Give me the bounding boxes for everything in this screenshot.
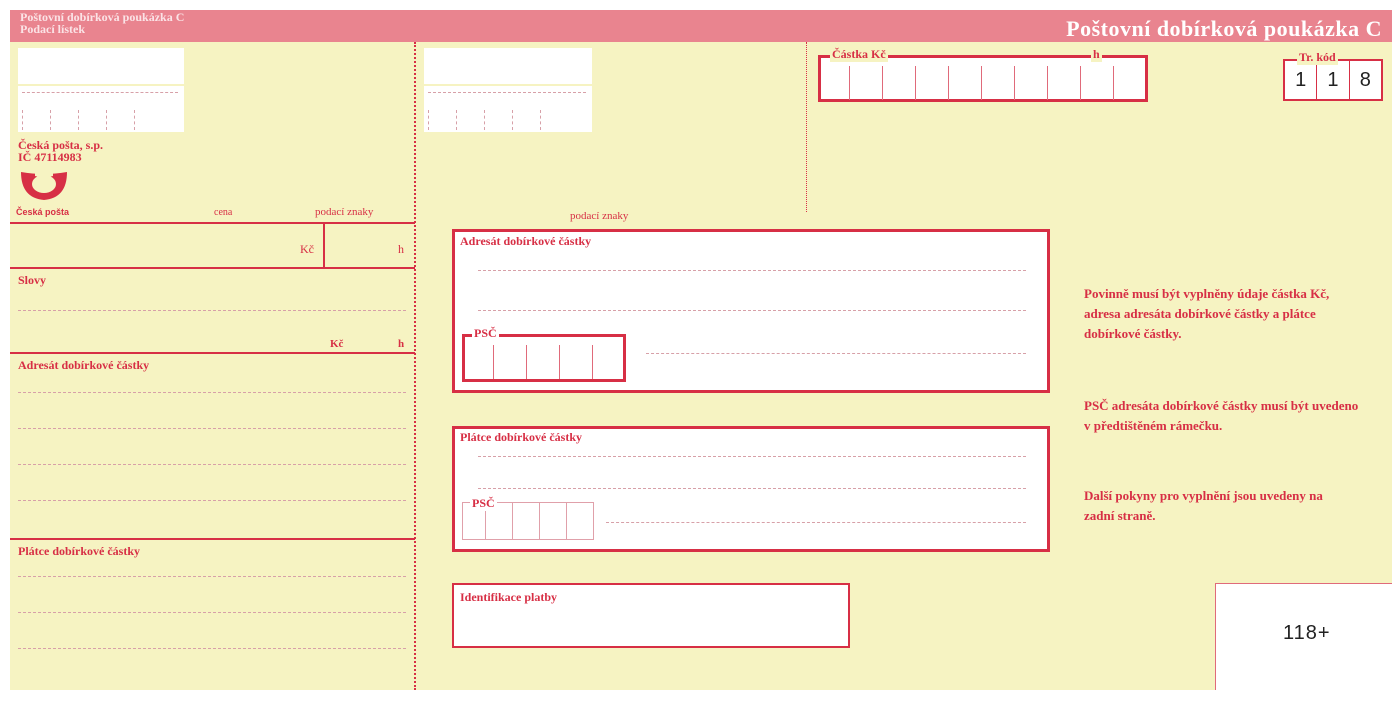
addressee-line-3[interactable] bbox=[646, 353, 1026, 354]
payer-label: Plátce dobírkové částky bbox=[460, 430, 582, 444]
instructions-para-2: PSČ adresáta dobírkové částky musí být u… bbox=[1084, 398, 1359, 433]
amount-field[interactable] bbox=[818, 55, 1148, 102]
kc-label-2: Kč bbox=[330, 338, 344, 350]
stub-divider-2 bbox=[10, 267, 415, 269]
stub-addressee-line-3[interactable] bbox=[18, 464, 406, 465]
stub-divider-4 bbox=[10, 538, 415, 540]
main-stamp-label: podací znaky bbox=[570, 210, 629, 222]
perforation-line bbox=[414, 42, 416, 690]
stub-payer-line-3[interactable] bbox=[18, 648, 406, 649]
payer-line-2[interactable] bbox=[478, 488, 1026, 489]
stub-white-field-top[interactable] bbox=[18, 48, 184, 84]
payer-psc-label: PSČ bbox=[470, 496, 497, 511]
kc-label: Kč bbox=[300, 242, 314, 256]
h-label: h bbox=[398, 242, 404, 256]
main-white-field-cells[interactable] bbox=[424, 86, 592, 132]
trcode-digit-2: 1 bbox=[1327, 68, 1339, 91]
stub-stamp-label: podací znaky bbox=[315, 206, 374, 218]
addressee-line-1[interactable] bbox=[478, 270, 1026, 271]
stub-subtitle: Podací lístek bbox=[20, 22, 85, 36]
payer-line-1[interactable] bbox=[478, 456, 1026, 457]
ceska-posta-logo-icon bbox=[21, 172, 67, 200]
price-label: cena bbox=[214, 207, 233, 218]
post-ic: IČ 47114983 bbox=[18, 150, 82, 164]
stub-payer-label: Plátce dobírkové částky bbox=[18, 544, 140, 558]
stub-addressee-line-1[interactable] bbox=[18, 392, 406, 393]
payer-line-3[interactable] bbox=[606, 522, 1026, 523]
main-white-field-top[interactable] bbox=[424, 48, 592, 84]
stub-payer-line-2[interactable] bbox=[18, 612, 406, 613]
code-number: 118+ bbox=[1283, 622, 1331, 644]
trcode-box: 1 1 8 bbox=[1283, 59, 1383, 101]
stub-divider-3 bbox=[10, 352, 415, 354]
stub-addressee-line-2[interactable] bbox=[18, 428, 406, 429]
trcode-digit-3: 8 bbox=[1359, 68, 1371, 91]
stub-addressee-line-4[interactable] bbox=[18, 500, 406, 501]
addressee-label: Adresát dobírkové částky bbox=[460, 234, 592, 248]
stub-white-field-cells[interactable] bbox=[18, 86, 184, 132]
addressee-line-2[interactable] bbox=[478, 310, 1026, 311]
addressee-psc-label: PSČ bbox=[472, 326, 499, 341]
stub-header: Poštovní dobírková poukázka C Podací lís… bbox=[20, 11, 184, 35]
instructions-para-1: Povinně musí být vyplněny údaje částka K… bbox=[1084, 286, 1330, 341]
instructions-para-3: Další pokyny pro vyplnění jsou uvedeny n… bbox=[1084, 488, 1323, 523]
words-line-1[interactable] bbox=[18, 310, 406, 311]
words-label: Slovy bbox=[18, 273, 47, 287]
addressee-psc-field[interactable] bbox=[462, 334, 626, 382]
amount-h-label: h bbox=[1091, 47, 1102, 62]
stub-payer-line-1[interactable] bbox=[18, 576, 406, 577]
h-label-2: h bbox=[398, 338, 405, 350]
stub-addressee-label: Adresát dobírkové částky bbox=[18, 358, 150, 372]
trcode-digit-1: 1 bbox=[1295, 68, 1307, 91]
stub-divider-1 bbox=[10, 222, 415, 224]
logo-caption: Česká pošta bbox=[16, 207, 70, 217]
main-title: Poštovní dobírková poukázka C bbox=[1066, 16, 1382, 41]
amount-label: Částka Kč bbox=[830, 47, 888, 62]
trcode-label: Tr. kód bbox=[1297, 50, 1338, 65]
payment-id-label: Identifikace platby bbox=[460, 590, 558, 604]
kc-h-separator bbox=[323, 224, 325, 268]
main-inner-dotted-line bbox=[806, 42, 807, 212]
